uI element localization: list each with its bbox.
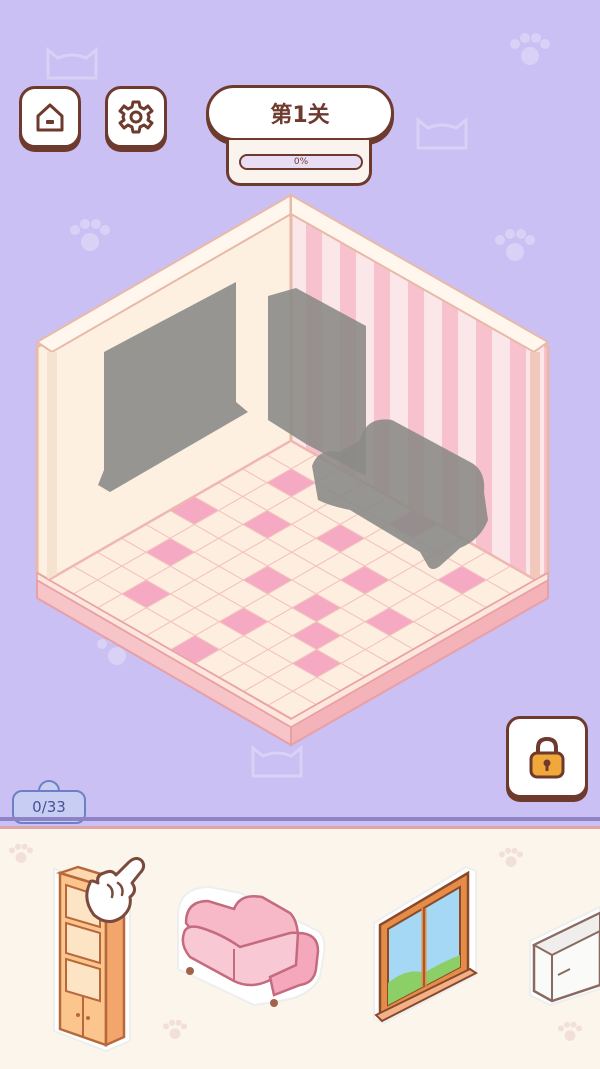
paw-decoration [9,843,33,863]
sofa-item[interactable] [170,873,330,1013]
tray-divider [0,817,600,821]
pointing-hand-hint [85,856,146,923]
paw-decoration [163,1019,187,1039]
window-item[interactable] [368,863,480,1025]
lock-icon [529,736,565,779]
furniture-tray [0,826,600,1069]
paw-decoration [499,847,523,867]
paw-decoration [558,1021,582,1041]
locked-item-button[interactable] [506,716,588,798]
cabinet-item[interactable] [526,905,600,1009]
room-scene [35,193,550,747]
